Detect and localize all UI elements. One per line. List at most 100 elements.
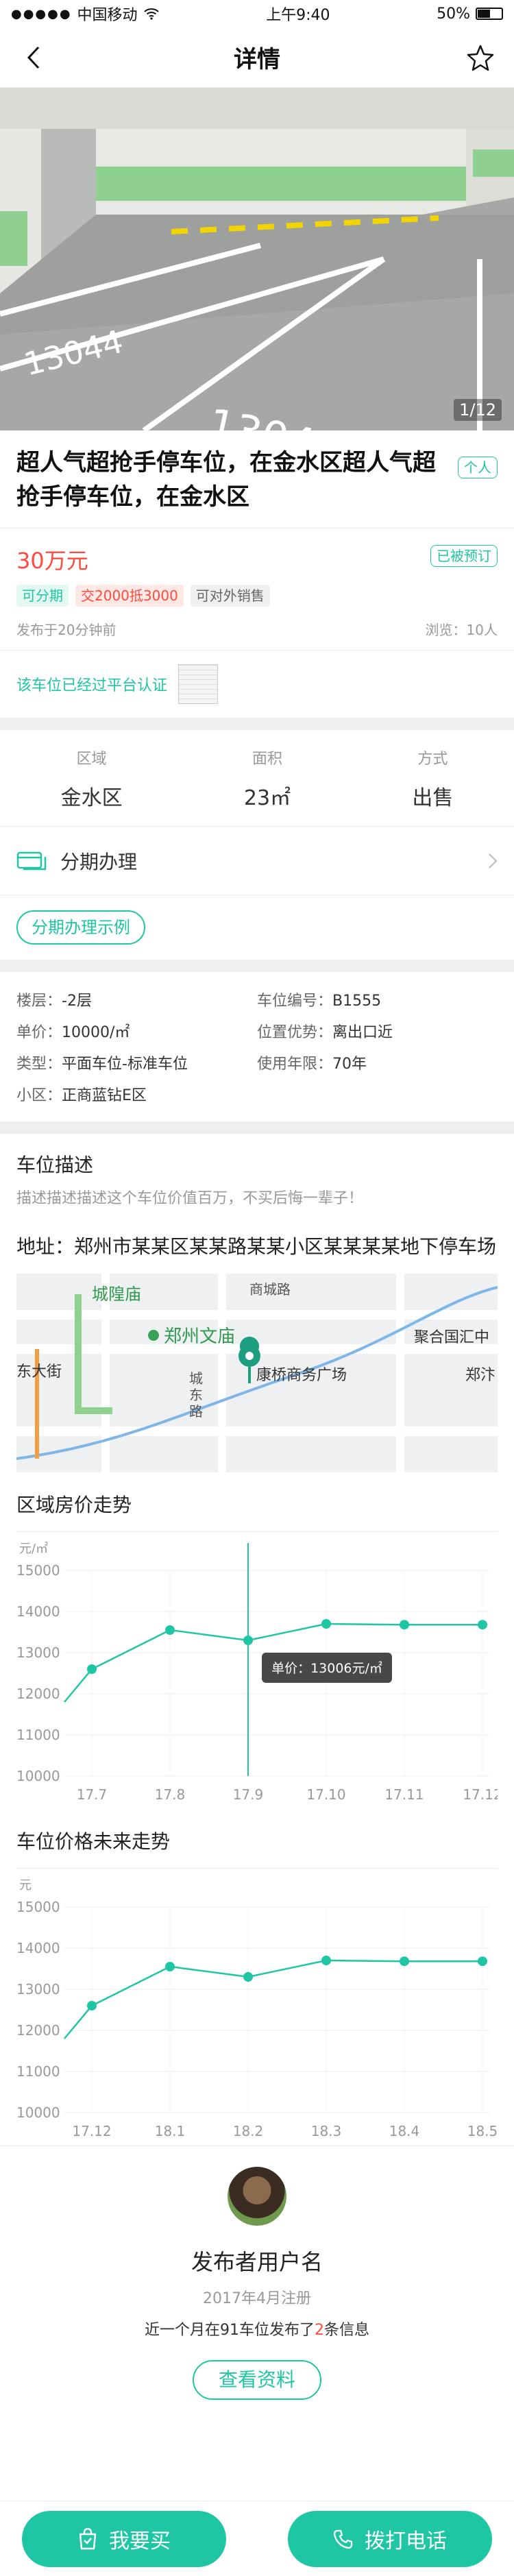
- area-price-chart[interactable]: 元/㎡ 10000 11000 12000 13000 14000 15000 17.7 17.…: [16, 1532, 502, 1806]
- listing-title-block: 超人气超抢手停车位，在金水区超人气超抢手停车位，在金水区 个人: [0, 430, 514, 528]
- buy-label: 我要买: [109, 2529, 171, 2553]
- description-title: 车位描述: [16, 1154, 94, 1176]
- data-point: [87, 2001, 97, 2010]
- y-tick-label: 11000: [16, 2063, 60, 2080]
- data-point: [165, 1625, 175, 1635]
- data-point: [478, 1620, 487, 1630]
- photo-counter: 1/12: [454, 399, 502, 421]
- battery-level: 50%: [437, 5, 470, 23]
- x-tick-label: 18.2: [233, 2123, 264, 2139]
- favorite-button[interactable]: [463, 40, 498, 75]
- credit-card-icon: [16, 851, 47, 870]
- chevron-left-icon: [27, 46, 40, 69]
- bottom-action-bar: 我要买 拨打电话: [0, 2501, 514, 2576]
- chevron-right-icon: [489, 853, 498, 868]
- x-tick-label: 17.12: [463, 1786, 498, 1803]
- y-tick-label: 10000: [16, 1768, 60, 1784]
- y-tick-label: 14000: [16, 1603, 60, 1620]
- buy-button[interactable]: 我要买: [22, 2510, 226, 2567]
- stat-label: 区域: [76, 751, 107, 768]
- stat-label: 方式: [417, 751, 448, 768]
- map-label-shangcheng-road: 商城路: [249, 1281, 291, 1298]
- view-profile-button[interactable]: 查看资料: [192, 2360, 321, 2400]
- publish-count: 2: [314, 2322, 324, 2339]
- stat-label: 面积: [252, 751, 282, 768]
- area-price-trend-section: 区域房价走势 元/㎡ 10000 11000 12000 13000 14000 15000…: [0, 1472, 514, 1809]
- map-label-chengdong-road-char: 城: [189, 1370, 203, 1387]
- chip-deposit: 交2000抵3000: [75, 585, 184, 607]
- star-icon: [467, 45, 494, 71]
- location-map[interactable]: 城隍庙 商城路 郑州文庙 聚合国汇中 东大街 城 东 路 康桥商务广场 郑汴: [16, 1274, 498, 1472]
- posted-time: 发布于20分钟前: [16, 622, 117, 638]
- map-label-chenghuang-temple: 城隍庙: [92, 1285, 141, 1304]
- y-tick-label: 12000: [16, 2022, 60, 2039]
- data-point: [400, 1620, 409, 1630]
- y-tick-label: 13000: [16, 1644, 60, 1661]
- y-tick-label: 15000: [16, 1899, 60, 1915]
- y-axis-unit: 元: [19, 1878, 32, 1893]
- certificate-thumbnail[interactable]: [178, 664, 219, 704]
- publisher-stats: 近一个月在91车位发布了2条信息: [144, 2322, 369, 2339]
- page-title: 详情: [234, 46, 280, 73]
- back-button[interactable]: [16, 40, 51, 75]
- key-stats: 区域 金水区 面积 23㎡ 方式 出售: [0, 730, 514, 827]
- call-button[interactable]: 拨打电话: [288, 2510, 492, 2567]
- attr-floor: 楼层：-2层: [16, 993, 92, 1010]
- data-point: [478, 1956, 487, 1967]
- data-point: [321, 1956, 331, 1965]
- map-label-zhengbian: 郑汴: [465, 1367, 495, 1384]
- stat-value: 金水区: [60, 786, 123, 810]
- listing-meta: 发布于20分钟前 浏览：10人: [16, 619, 498, 639]
- section-divider: [0, 1121, 514, 1134]
- call-label: 拨打电话: [365, 2529, 447, 2553]
- clock: 上午9:40: [266, 7, 330, 24]
- shopping-bag-icon: [79, 2527, 97, 2549]
- map-label-chengdong-road-char: 东: [189, 1387, 203, 1403]
- installment-example-button[interactable]: 分期办理示例: [16, 910, 145, 945]
- installment-row[interactable]: 分期办理: [0, 827, 514, 895]
- section-divider: [0, 960, 514, 972]
- map-label-dongdajie: 东大街: [16, 1363, 62, 1381]
- data-point: [321, 1619, 331, 1629]
- publisher-card: 发布者用户名 2017年4月注册 近一个月在91车位发布了2条信息 查看资料: [0, 2146, 514, 2427]
- x-tick-label: 18.1: [155, 2123, 186, 2139]
- certification-row: 该车位已经过平台认证: [0, 651, 514, 718]
- y-tick-label: 13000: [16, 1981, 60, 1997]
- chip-installment: 可分期: [16, 585, 69, 607]
- attr-unit-price: 单价：10000/㎡: [16, 1024, 130, 1041]
- stall-price-forecast-section: 车位价格未来走势 元 10000 11000 12000 13000 14000 15000…: [0, 1809, 514, 2146]
- description-section: 车位描述 描述描述描述这个车位价值百万，不买后悔一辈子！: [0, 1134, 514, 1224]
- parking-garage-photo: 13044 13045: [0, 88, 514, 430]
- x-tick-label: 17.10: [306, 1786, 345, 1803]
- x-tick-label: 17.8: [155, 1786, 186, 1803]
- map-label-juhe-guohui: 聚合国汇中: [414, 1329, 489, 1346]
- avatar[interactable]: [228, 2167, 286, 2226]
- x-tick-label: 18.4: [389, 2123, 420, 2139]
- attr-usage-term: 使用年限：70年: [257, 1056, 367, 1073]
- y-tick-label: 15000: [16, 1562, 60, 1579]
- status-badge: 已被预订: [430, 545, 498, 567]
- status-bar: ●●●●● 中国移动 上午9:40 50%: [0, 0, 514, 27]
- battery-icon: [475, 8, 503, 20]
- chip-external-sale: 可对外销售: [190, 585, 270, 607]
- description-text: 描述描述描述这个车位价值百万，不买后悔一辈子！: [16, 1190, 364, 1207]
- certification-text: 该车位已经过平台认证: [16, 677, 168, 694]
- y-tick-label: 11000: [16, 1727, 60, 1743]
- parking-photo-carousel[interactable]: 13044 13045 1/12: [0, 88, 514, 430]
- attr-type: 类型：平面车位-标准车位: [16, 1056, 188, 1073]
- chart-title: 车位价格未来走势: [16, 1827, 498, 1869]
- y-tick-label: 14000: [16, 1940, 60, 1956]
- map-label-kangqiao: 康桥商务广场: [256, 1367, 347, 1384]
- stall-price-chart[interactable]: 元 10000 11000 12000 13000 14000 15000 17.12 18.1…: [16, 1869, 498, 2143]
- listing-price: 30万元: [16, 548, 88, 574]
- feature-chips: 可分期 交2000抵3000 可对外销售: [16, 585, 498, 607]
- x-tick-label: 18.3: [311, 2123, 342, 2139]
- attribute-grid: 楼层：-2层 车位编号：B1555 单价：10000/㎡ 位置优势：离出口近 类…: [0, 972, 514, 1121]
- publisher-name: 发布者用户名: [191, 2249, 323, 2275]
- data-point: [243, 1972, 253, 1982]
- x-tick-label: 17.7: [77, 1786, 108, 1803]
- stat-area: 区域 金水区: [61, 746, 123, 811]
- view-count: 浏览：10人: [425, 622, 498, 638]
- attr-location-advantage: 位置优势：离出口近: [257, 1024, 393, 1041]
- map-label-wenmiao: 郑州文庙: [164, 1326, 235, 1347]
